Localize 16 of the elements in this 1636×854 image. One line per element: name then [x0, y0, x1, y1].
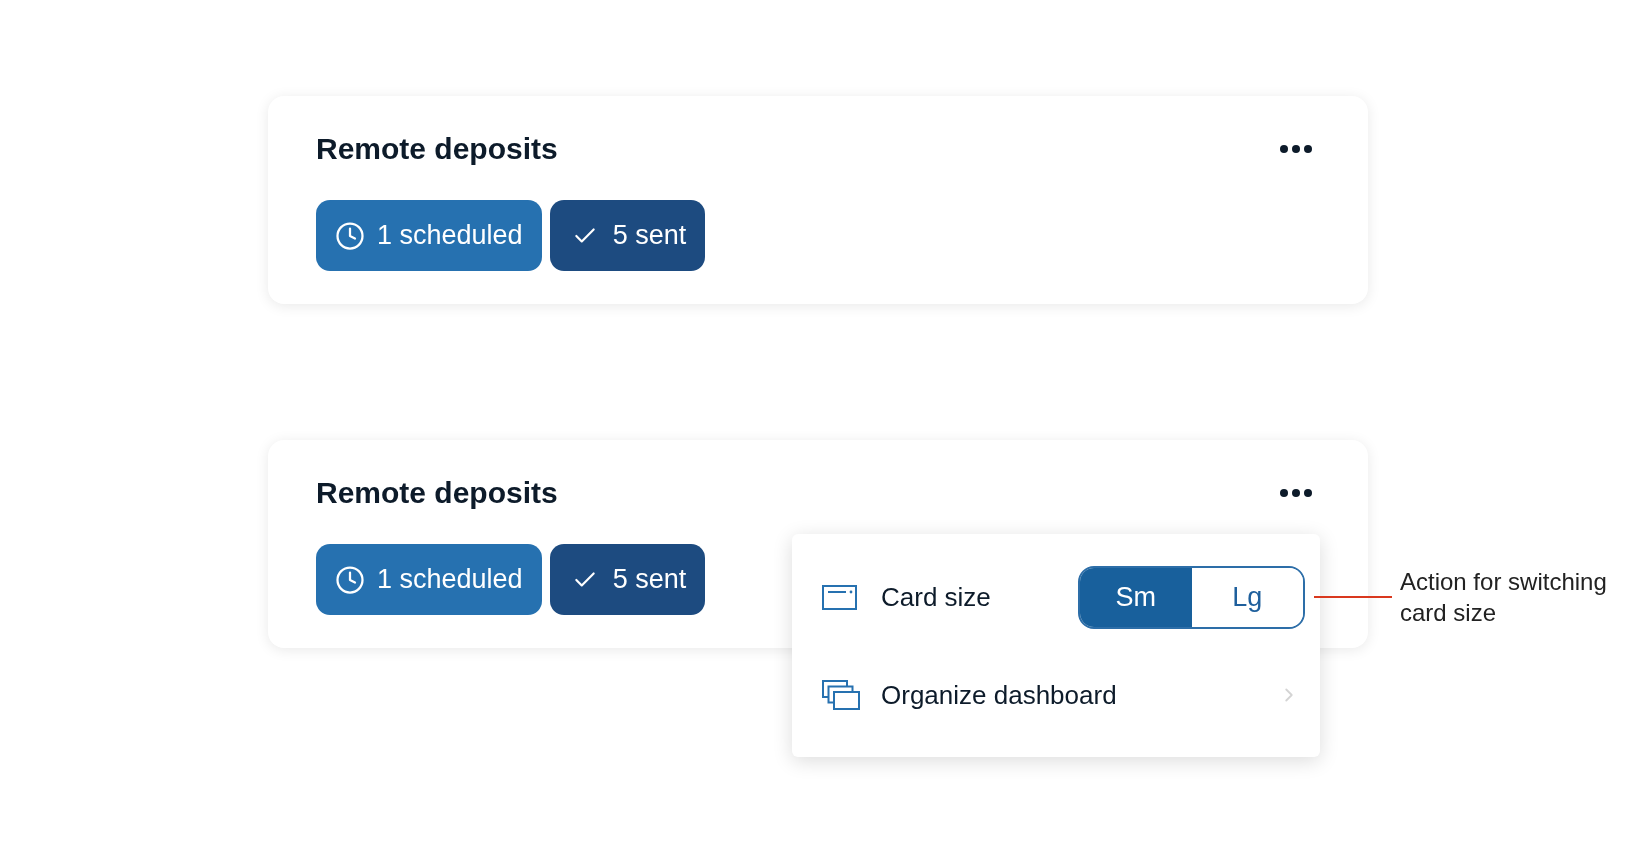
card-icon: [822, 585, 857, 610]
status-chip[interactable]: 1 scheduled: [316, 544, 542, 615]
segment-option[interactable]: Sm: [1080, 568, 1192, 627]
status-chip[interactable]: 1 scheduled: [316, 200, 542, 271]
clock-icon: [335, 220, 365, 251]
card-title: Remote deposits: [316, 131, 558, 167]
more-icon: [1280, 489, 1312, 497]
menu-item[interactable]: Organize dashboard: [822, 670, 1305, 720]
clock-icon: [335, 564, 365, 595]
status-chip[interactable]: 5 sent: [549, 544, 706, 615]
stacked-windows-icon: [822, 680, 860, 710]
menu-label: Card size: [881, 581, 991, 614]
card-title: Remote deposits: [316, 475, 558, 511]
more-icon: [1280, 145, 1312, 153]
status-chip[interactable]: 5 sent: [549, 200, 706, 271]
annotation-text: Action for switching card size: [1400, 567, 1608, 628]
